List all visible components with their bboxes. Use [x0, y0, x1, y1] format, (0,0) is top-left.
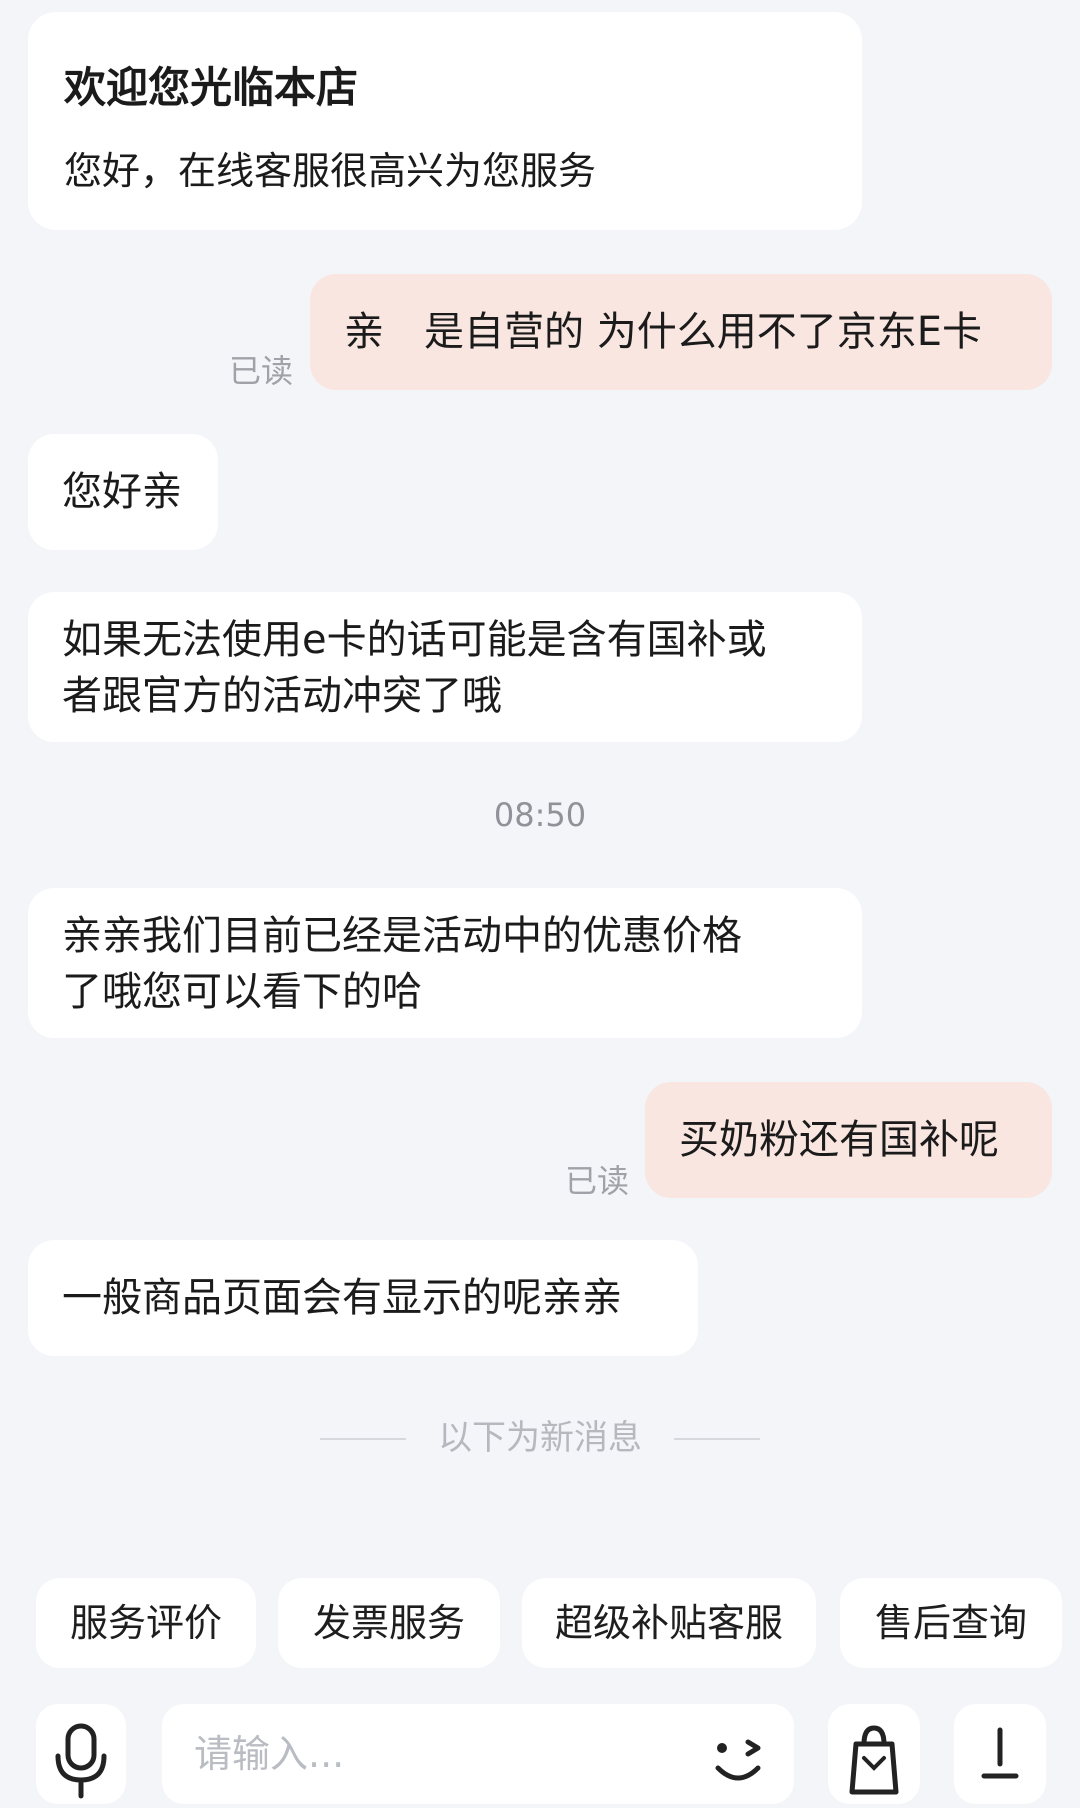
message-line: 者跟官方的活动冲突了哦	[62, 673, 502, 719]
agent-message[interactable]: 一般商品页面会有显示的呢亲亲	[28, 1240, 698, 1356]
timestamp: 08:50	[493, 796, 587, 834]
welcome-card: 欢迎您光临本店 您好，在线客服很高兴为您服务	[28, 12, 862, 230]
message-text: 买奶粉还有国补呢	[679, 1117, 999, 1163]
message-text: 您好亲	[62, 469, 182, 515]
read-status: 已读	[565, 1162, 630, 1200]
user-message[interactable]: 亲 是自营的 为什么用不了京东E卡	[310, 274, 1052, 390]
product-button[interactable]	[828, 1704, 920, 1804]
quick-reply-subsidy-service[interactable]: 超级补贴客服	[522, 1578, 816, 1668]
agent-message[interactable]: 您好亲	[28, 434, 218, 550]
emoji-button[interactable]	[698, 1716, 778, 1796]
quick-reply-invoice[interactable]: 发票服务	[278, 1578, 500, 1668]
user-message[interactable]: 买奶粉还有国补呢	[645, 1082, 1052, 1198]
agent-message[interactable]: 如果无法使用e卡的话可能是含有国补或 者跟官方的活动冲突了哦	[28, 592, 862, 742]
voice-button[interactable]	[36, 1704, 126, 1804]
divider-label: 以下为新消息	[438, 1418, 642, 1458]
message-text: 一般商品页面会有显示的呢亲亲	[62, 1275, 622, 1321]
more-icon	[981, 1727, 1019, 1779]
message-line: 了哦您可以看下的哈	[62, 969, 422, 1015]
quick-reply-after-sales[interactable]: 售后查询	[840, 1578, 1062, 1668]
agent-message[interactable]: 亲亲我们目前已经是活动中的优惠价格 了哦您可以看下的哈	[28, 888, 862, 1038]
quick-reply-service-rating[interactable]: 服务评价	[36, 1578, 256, 1668]
welcome-title: 欢迎您光临本店	[64, 63, 359, 112]
more-button[interactable]	[954, 1704, 1046, 1804]
divider-line-right	[674, 1438, 760, 1440]
welcome-subtitle: 您好，在线客服很高兴为您服务	[64, 149, 597, 193]
shopping-bag-icon	[849, 1725, 899, 1795]
message-line: 如果无法使用e卡的话可能是含有国补或	[62, 617, 767, 663]
read-status: 已读	[229, 352, 294, 390]
new-messages-divider: 以下为新消息	[0, 1416, 1080, 1460]
microphone-icon	[55, 1723, 107, 1799]
message-text: 亲 是自营的 为什么用不了京东E卡	[344, 309, 982, 355]
message-line: 亲亲我们目前已经是活动中的优惠价格	[62, 913, 742, 959]
emoji-wink-icon	[715, 1739, 761, 1781]
